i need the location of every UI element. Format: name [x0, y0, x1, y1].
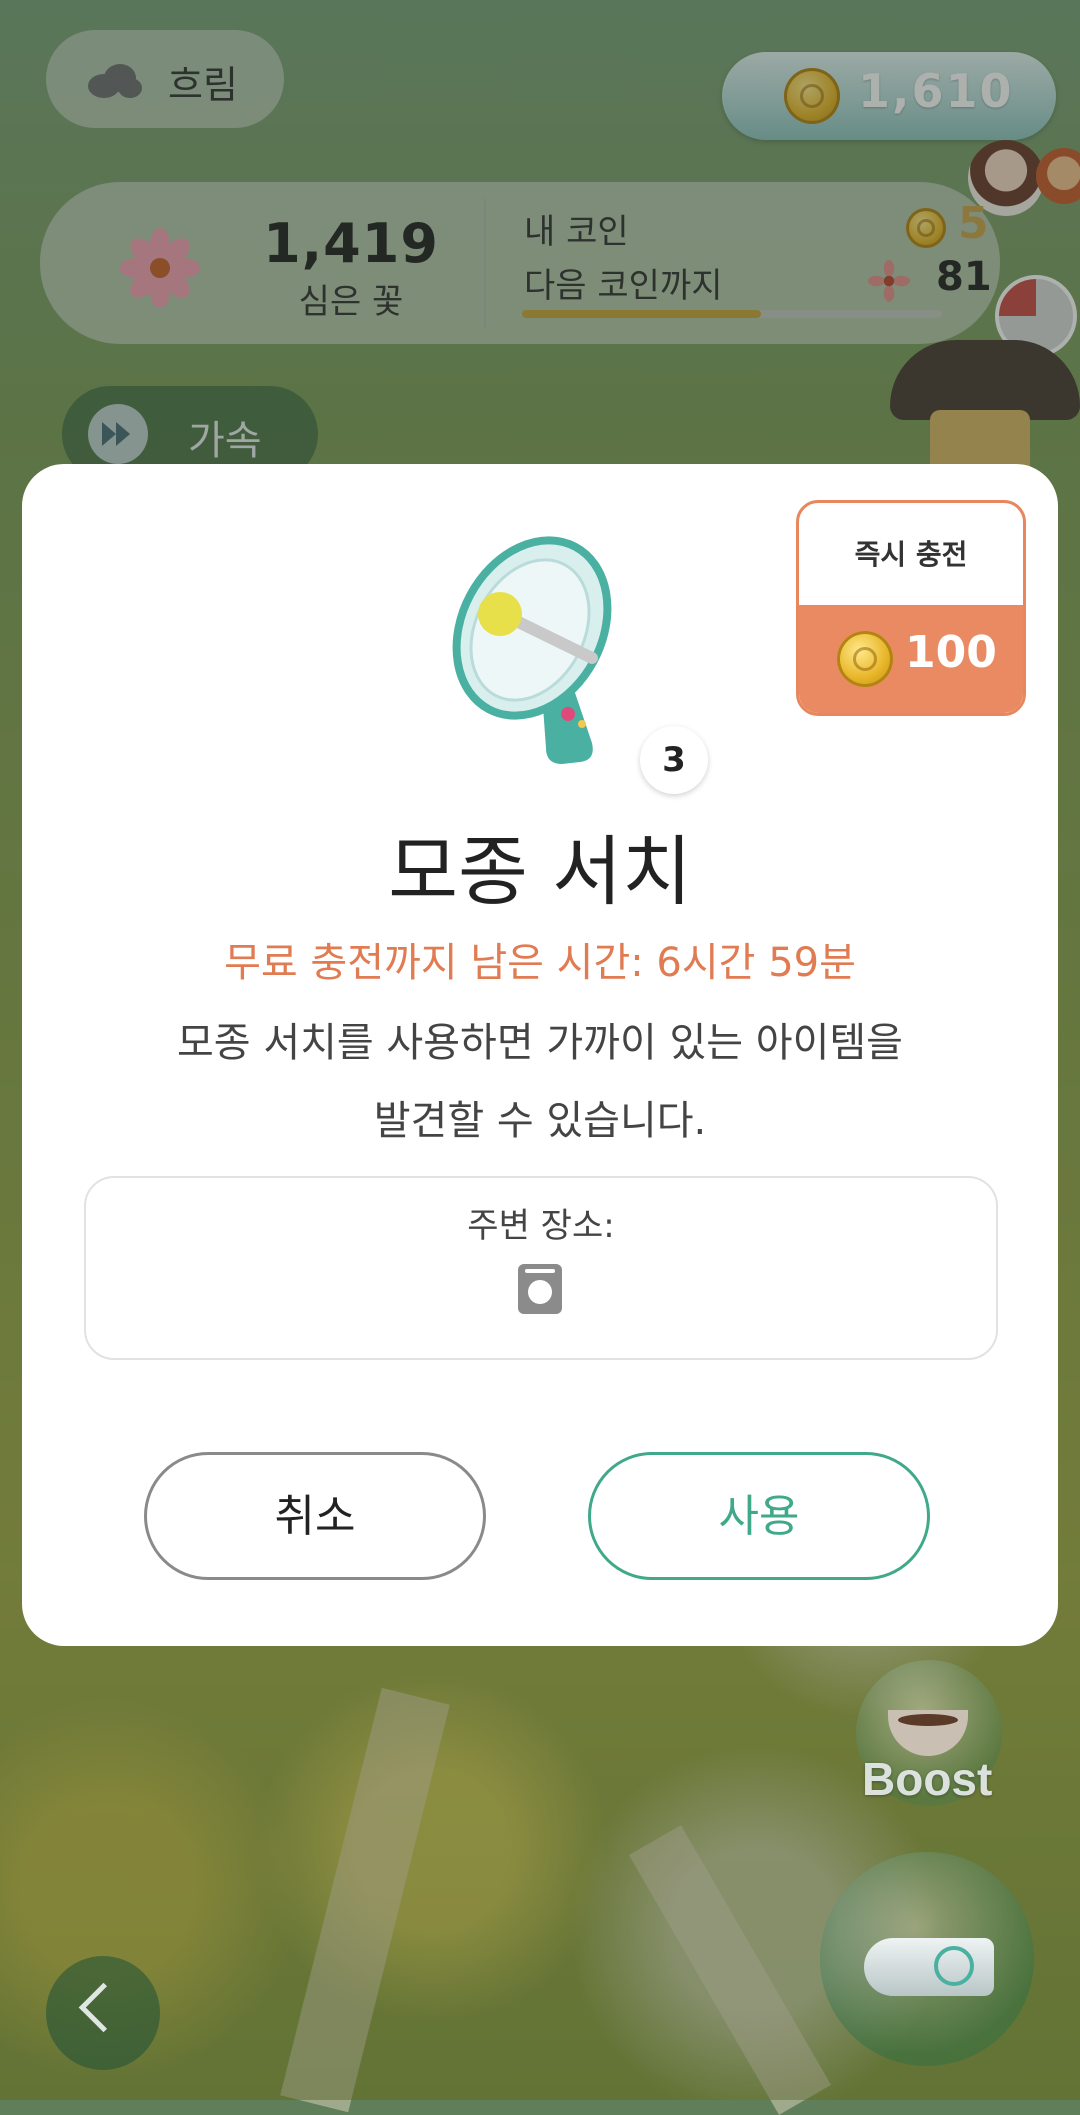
- back-button[interactable]: [46, 1956, 160, 2070]
- nearby-places-box: 주변 장소:: [84, 1176, 998, 1360]
- chevron-left-icon: [78, 1982, 129, 2033]
- use-button[interactable]: 사용: [588, 1452, 930, 1580]
- megaphone-icon: [452, 536, 612, 764]
- instant-charge-button[interactable]: 즉시 충전 100: [796, 500, 1026, 716]
- item-title: 모종 서치: [388, 827, 692, 916]
- whistle-icon: [864, 1938, 994, 1996]
- nearby-label: 주변 장소:: [467, 1206, 615, 1246]
- item-count-badge: 3: [640, 726, 708, 794]
- cancel-button[interactable]: 취소: [144, 1452, 486, 1580]
- boost-label: Boost: [862, 1753, 993, 1805]
- instant-charge-price-value: 100: [905, 627, 997, 678]
- item-use-dialog: 3 즉시 충전 100 모종 서치 무료 충전까지 남은 시간: 6시간 59분…: [22, 464, 1058, 1646]
- instant-charge-label: 즉시 충전: [854, 538, 968, 571]
- teacup-icon: [888, 1710, 968, 1756]
- item-description: 발견할 수 있습니다.: [373, 1098, 707, 1144]
- free-recharge-timer: 무료 충전까지 남은 시간: 6시간 59분: [224, 940, 856, 986]
- item-description: 모종 서치를 사용하면 가까이 있는 아이템을: [177, 1020, 903, 1066]
- instant-charge-price: 100: [799, 605, 1023, 713]
- whistle-button[interactable]: [820, 1852, 1034, 2066]
- coin-icon: [837, 631, 893, 687]
- washing-machine-icon: [518, 1264, 562, 1314]
